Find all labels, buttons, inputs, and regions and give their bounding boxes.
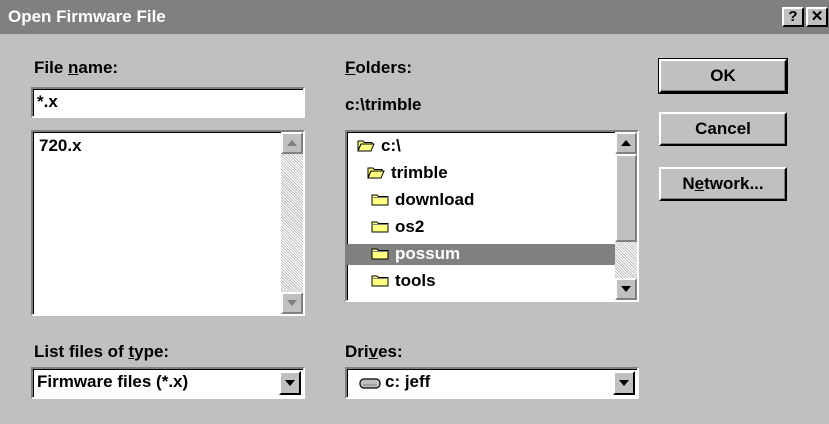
- filename-value: *.x: [37, 92, 58, 111]
- folder-item[interactable]: trimble: [347, 163, 615, 184]
- folder-list[interactable]: c:\ trimble download os2 possum tools: [345, 130, 639, 302]
- drives-label: Drives:: [345, 342, 403, 361]
- dialog-title: Open Firmware File: [8, 7, 166, 26]
- scroll-up-button[interactable]: [281, 132, 303, 154]
- scroll-down-button[interactable]: [281, 292, 303, 314]
- folder-icon: [371, 248, 389, 260]
- down-arrow-icon: [621, 286, 631, 292]
- folder-icon: [371, 194, 389, 206]
- current-path: c:\trimble: [345, 95, 422, 114]
- open-folder-icon: [357, 140, 375, 152]
- folder-name: c:\: [381, 136, 401, 155]
- filetype-dropdown-button[interactable]: [279, 371, 301, 395]
- drives-select[interactable]: c: jeff: [345, 367, 639, 399]
- drive-icon: [359, 378, 381, 389]
- chevron-down-icon: [285, 380, 295, 386]
- folder-name: tools: [395, 271, 436, 290]
- folder-list-scrollbar[interactable]: [615, 132, 637, 300]
- folders-label: Folders:: [345, 58, 413, 77]
- filetype-select[interactable]: Firmware files (*.x): [31, 367, 305, 399]
- folder-icon: [371, 275, 389, 287]
- close-button[interactable]: ✕: [806, 7, 828, 27]
- chevron-down-icon: [619, 380, 629, 386]
- folder-item[interactable]: download: [347, 190, 615, 211]
- folder-name: possum: [395, 244, 461, 263]
- scroll-thumb[interactable]: [615, 154, 637, 242]
- open-firmware-dialog: Open Firmware File ? ✕ File name: *.x 72…: [0, 0, 829, 424]
- scroll-up-button[interactable]: [615, 132, 637, 154]
- filename-label: File name:: [34, 58, 119, 77]
- list-item[interactable]: 720.x: [39, 136, 82, 156]
- file-list-scrollbar[interactable]: [281, 132, 303, 314]
- filetype-label: List files of type:: [34, 342, 170, 361]
- file-list[interactable]: 720.x: [31, 130, 305, 316]
- folder-icon: [371, 221, 389, 233]
- folder-name: download: [395, 190, 475, 209]
- open-folder-icon: [367, 167, 385, 179]
- folder-name: os2: [395, 217, 425, 236]
- folder-name: trimble: [391, 163, 448, 182]
- up-arrow-icon: [621, 140, 631, 146]
- title-bar[interactable]: Open Firmware File ? ✕: [0, 0, 829, 34]
- folder-item[interactable]: tools: [347, 271, 615, 292]
- up-arrow-icon: [287, 140, 297, 146]
- ok-button[interactable]: OK: [658, 58, 788, 94]
- folder-item[interactable]: os2: [347, 217, 615, 238]
- drives-dropdown-button[interactable]: [613, 371, 635, 395]
- folder-item[interactable]: possum: [347, 244, 615, 265]
- filetype-value: Firmware files (*.x): [37, 372, 189, 391]
- scroll-down-button[interactable]: [615, 278, 637, 300]
- network-button[interactable]: Network...: [659, 167, 787, 201]
- help-button[interactable]: ?: [782, 7, 804, 27]
- filename-input[interactable]: *.x: [31, 87, 305, 118]
- down-arrow-icon: [287, 300, 297, 306]
- drives-value: c: jeff: [385, 372, 431, 391]
- folder-item[interactable]: c:\: [347, 136, 615, 157]
- cancel-button[interactable]: Cancel: [659, 112, 787, 146]
